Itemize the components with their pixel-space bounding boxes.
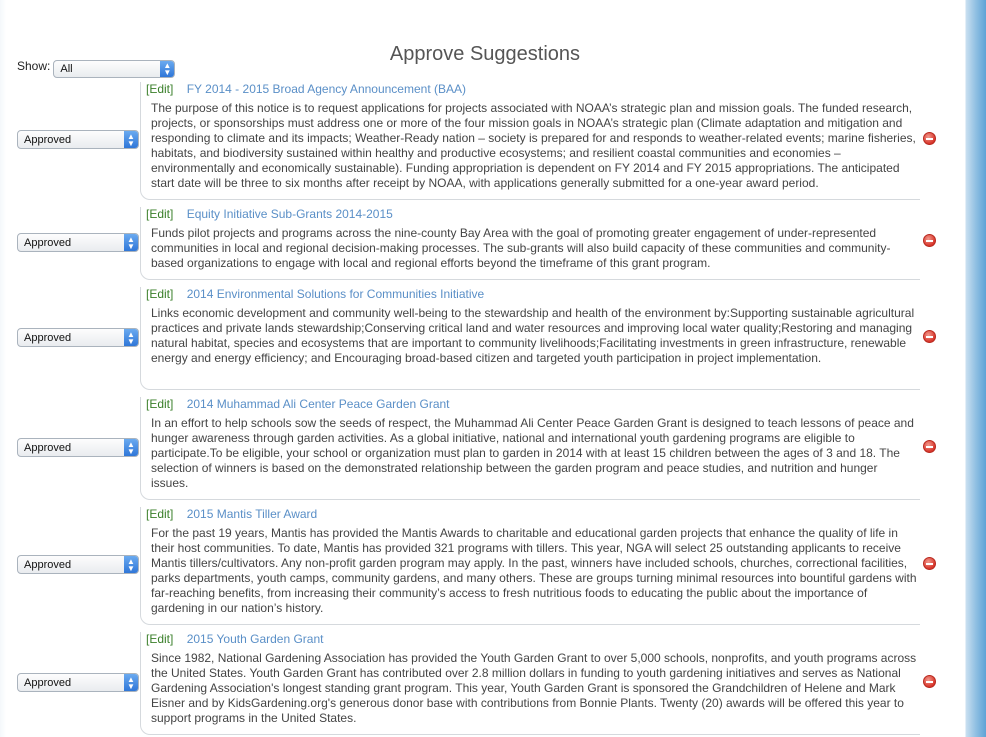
suggestion-description: For the past 19 years, Mantis has provid…: [151, 526, 917, 615]
suggestion-item: [Edit] Equity Initiative Sub-Grants 2014…: [140, 207, 920, 280]
suggestion-item: [Edit] 2015 Youth Garden Grant Since 198…: [140, 632, 920, 735]
suggestion-item: [Edit] FY 2014 - 2015 Broad Agency Annou…: [140, 82, 920, 200]
suggestion-title[interactable]: 2015 Mantis Tiller Award: [187, 507, 318, 521]
select-arrows-icon: ▲ ▼: [160, 61, 175, 77]
select-arrows-icon: ▲ ▼: [124, 131, 138, 148]
status-select-value: Approved: [24, 676, 72, 689]
edit-link[interactable]: [Edit]: [146, 287, 173, 301]
suggestion-title[interactable]: 2014 Environmental Solutions for Communi…: [187, 287, 484, 301]
suggestion-title[interactable]: 2014 Muhammad Ali Center Peace Garden Gr…: [187, 397, 450, 411]
remove-icon[interactable]: [923, 330, 936, 343]
select-arrows-icon: ▲ ▼: [124, 556, 138, 573]
remove-icon[interactable]: [923, 675, 936, 688]
select-arrows-icon: ▲ ▼: [124, 439, 138, 456]
suggestion-description: Since 1982, National Gardening Associati…: [151, 651, 917, 725]
remove-icon[interactable]: [923, 440, 936, 453]
status-select-value: Approved: [24, 441, 72, 454]
suggestion-description: Links economic development and community…: [151, 306, 915, 365]
suggestion-description: Funds pilot projects and programs across…: [151, 226, 891, 270]
suggestion-item: [Edit] 2015 Mantis Tiller Award For the …: [140, 507, 920, 625]
suggestion-title[interactable]: FY 2014 - 2015 Broad Agency Announcement…: [187, 82, 466, 96]
edit-link[interactable]: [Edit]: [146, 207, 173, 221]
select-arrows-icon: ▲ ▼: [124, 674, 138, 691]
status-select[interactable]: Approved ▲ ▼: [17, 555, 139, 574]
show-label: Show:: [17, 59, 51, 73]
status-select[interactable]: Approved ▲ ▼: [17, 233, 139, 252]
suggestion-title[interactable]: Equity Initiative Sub-Grants 2014-2015: [187, 207, 393, 221]
edit-link[interactable]: [Edit]: [146, 507, 173, 521]
edit-link[interactable]: [Edit]: [146, 82, 173, 96]
status-select[interactable]: Approved ▲ ▼: [17, 673, 139, 692]
remove-icon[interactable]: [923, 132, 936, 145]
status-select-value: Approved: [24, 331, 72, 344]
status-select[interactable]: Approved ▲ ▼: [17, 130, 139, 149]
status-select-value: Approved: [24, 133, 72, 146]
select-arrows-icon: ▲ ▼: [124, 234, 138, 251]
show-select-value: All: [60, 63, 73, 75]
suggestion-item: [Edit] 2014 Environmental Solutions for …: [140, 287, 920, 390]
suggestion-title[interactable]: 2015 Youth Garden Grant: [187, 632, 324, 646]
status-select-value: Approved: [24, 558, 72, 571]
edit-link[interactable]: [Edit]: [146, 397, 173, 411]
show-filter: Show: All ▲ ▼: [17, 59, 176, 78]
status-select[interactable]: Approved ▲ ▼: [17, 438, 139, 457]
select-arrows-icon: ▲ ▼: [124, 329, 138, 346]
show-select[interactable]: All ▲ ▼: [53, 60, 176, 78]
suggestion-description: The purpose of this notice is to request…: [151, 101, 916, 190]
suggestion-description: In an effort to help schools sow the see…: [151, 416, 914, 490]
remove-icon[interactable]: [923, 557, 936, 570]
status-select-value: Approved: [24, 236, 72, 249]
remove-icon[interactable]: [923, 234, 936, 247]
edit-link[interactable]: [Edit]: [146, 632, 173, 646]
suggestion-item: [Edit] 2014 Muhammad Ali Center Peace Ga…: [140, 397, 920, 500]
status-select[interactable]: Approved ▲ ▼: [17, 328, 139, 347]
